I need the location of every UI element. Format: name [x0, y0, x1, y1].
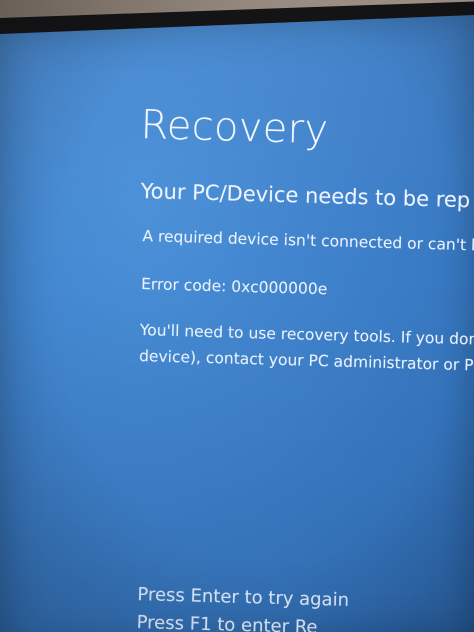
page-title: Recovery: [139, 101, 330, 154]
instructions-line-2: device), contact your PC administrator o…: [138, 347, 474, 376]
recovery-content: Recovery Your PC/Device needs to be rep …: [0, 0, 474, 632]
recovery-subtitle: Your PC/Device needs to be rep: [140, 179, 471, 213]
press-f1-hint[interactable]: Press F1 to enter Re: [136, 612, 317, 632]
instructions-line-1: You'll need to use recovery tools. If yo…: [139, 321, 474, 349]
error-code: Error code: 0xc000000e: [140, 275, 328, 299]
press-enter-hint[interactable]: Press Enter to try again: [137, 584, 349, 611]
photo-scene: Recovery Your PC/Device needs to be rep …: [0, 0, 474, 632]
recovery-message: A required device isn't connected or can…: [142, 227, 474, 255]
